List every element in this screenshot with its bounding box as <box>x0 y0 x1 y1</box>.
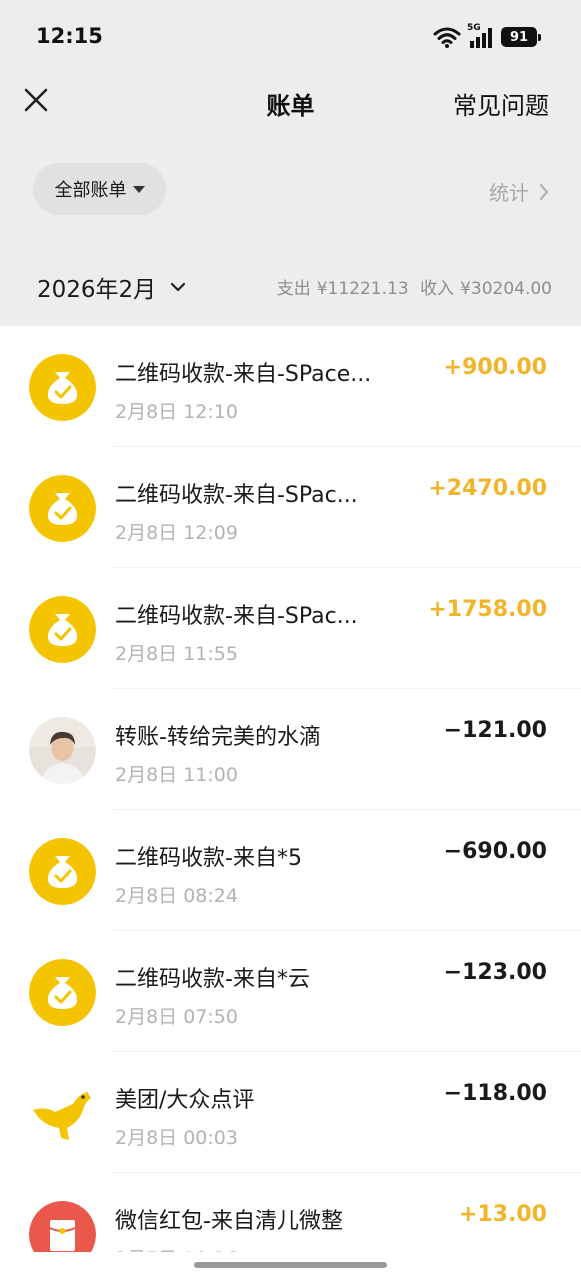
wifi-icon <box>433 27 461 48</box>
transaction-time: 2月8日 07:50 <box>115 1006 238 1028</box>
transaction-time: 2月8日 08:24 <box>115 885 238 907</box>
statistics-label: 统计 <box>489 181 529 205</box>
chevron-down-icon <box>171 282 186 292</box>
transaction-title: 二维码收款-来自*云 <box>115 967 310 992</box>
transaction-row[interactable]: 转账-转给完美的水滴 2月8日 11:00 −121.00 <box>0 689 581 810</box>
month-summary: 支出 ¥11221.13 收入 ¥30204.00 <box>271 274 552 299</box>
home-indicator <box>194 1262 387 1268</box>
expense-total: ¥11221.13 <box>316 279 409 299</box>
money-bag-icon <box>29 354 96 421</box>
nav-bar: 账单 常见问题 <box>0 72 581 132</box>
transaction-amount: +1758.00 <box>428 597 547 622</box>
income-total: ¥30204.00 <box>460 279 552 299</box>
battery-level: 91 <box>509 29 529 45</box>
caret-down-icon <box>132 185 145 193</box>
transaction-row[interactable]: 二维码收款-来自-SPac... 2月8日 12:09 +2470.00 <box>0 447 581 568</box>
transaction-title: 微信红包-来自清儿微整 <box>115 1209 343 1234</box>
network-type: 5G <box>467 23 481 33</box>
chevron-right-icon <box>539 183 549 200</box>
transaction-row[interactable]: 美团/大众点评 2月8日 00:03 −118.00 <box>0 1052 581 1173</box>
user-avatar <box>29 717 96 784</box>
cellular-signal-icon: 5G <box>467 23 495 49</box>
money-bag-icon <box>29 959 96 1026</box>
close-icon <box>24 88 48 112</box>
transaction-amount: +2470.00 <box>428 476 547 501</box>
transaction-title: 二维码收款-来自-SPac... <box>115 483 358 508</box>
transaction-row[interactable]: 二维码收款-来自*5 2月8日 08:24 −690.00 <box>0 810 581 931</box>
close-button[interactable] <box>22 86 50 114</box>
bill-filter-dropdown[interactable]: 全部账单 <box>33 163 166 215</box>
transaction-title: 美团/大众点评 <box>115 1088 255 1113</box>
money-bag-icon <box>29 475 96 542</box>
transaction-title: 二维码收款-来自*5 <box>115 846 302 871</box>
transaction-row[interactable]: 二维码收款-来自-SPac... 2月8日 11:55 +1758.00 <box>0 568 581 689</box>
transaction-time: 2月8日 00:03 <box>115 1127 238 1149</box>
transaction-title: 转账-转给完美的水滴 <box>115 725 321 750</box>
transaction-title: 二维码收款-来自-SPac... <box>115 604 358 629</box>
transaction-amount: −121.00 <box>443 718 547 743</box>
battery-icon: 91 <box>501 27 541 47</box>
transaction-amount: +900.00 <box>443 355 547 380</box>
month-label: 2026年2月 <box>37 277 157 303</box>
transaction-amount: −690.00 <box>443 839 547 864</box>
transaction-list: 二维码收款-来自-SPace... 2月8日 12:10 +900.00 二维码收款… <box>0 326 581 1280</box>
filter-label: 全部账单 <box>54 180 127 201</box>
transaction-row[interactable]: 二维码收款-来自-SPace... 2月8日 12:10 +900.00 <box>0 326 581 447</box>
transaction-row[interactable]: 二维码收款-来自*云 2月8日 07:50 −123.00 <box>0 931 581 1052</box>
status-bar: 12:15 5G 91 <box>0 0 581 72</box>
income-label: 收入 <box>420 279 455 299</box>
transaction-amount: −123.00 <box>443 960 547 985</box>
statistics-link[interactable]: 统计 <box>489 177 549 206</box>
transaction-time: 2月8日 11:55 <box>115 643 238 665</box>
money-bag-icon <box>29 596 96 663</box>
faq-link[interactable]: 常见问题 <box>453 86 549 121</box>
status-icons: 5G 91 <box>433 23 541 50</box>
money-bag-icon <box>29 838 96 905</box>
transaction-amount: −118.00 <box>443 1081 547 1106</box>
meituan-kangaroo-icon <box>29 1080 96 1147</box>
transaction-time: 2月8日 12:10 <box>115 401 238 423</box>
transaction-title: 二维码收款-来自-SPace... <box>115 362 372 387</box>
transaction-amount: +13.00 <box>458 1202 547 1227</box>
month-selector[interactable]: 2026年2月 <box>37 270 186 304</box>
transaction-time: 2月8日 11:00 <box>115 764 238 786</box>
expense-label: 支出 <box>276 279 311 299</box>
status-time: 12:15 <box>36 24 103 48</box>
transaction-time: 2月8日 12:09 <box>115 522 238 544</box>
